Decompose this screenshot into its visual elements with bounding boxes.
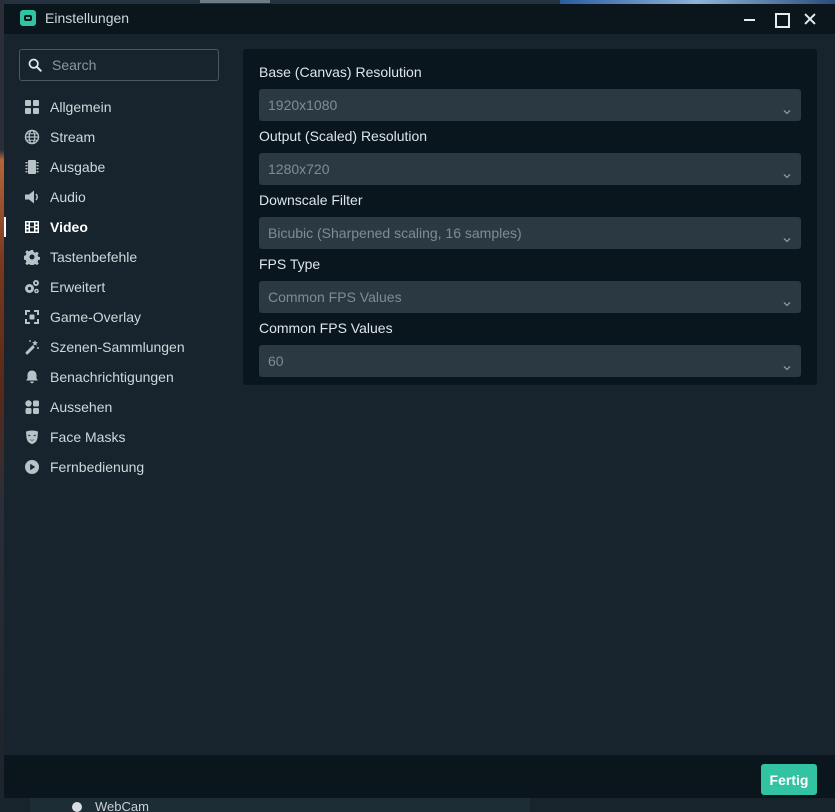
output-resolution-label: Output (Scaled) Resolution [259,128,428,144]
search-box[interactable] [19,49,219,81]
chevron-down-icon [783,165,791,179]
sidebar-item-label: Video [50,219,88,235]
gears-icon [24,279,40,295]
maximize-button[interactable] [770,9,790,29]
grid-icon [24,99,40,115]
sidebar-item-video[interactable]: Video [4,212,239,242]
video-settings-panel: Base (Canvas) Resolution 1920x1080 Outpu… [243,49,817,385]
sidebar-item-label: Tastenbefehle [50,249,138,265]
minimize-button[interactable] [740,9,760,29]
background-source-label: WebCam [95,799,149,812]
search-input[interactable] [52,55,212,75]
select-value: 1920x1080 [268,97,338,113]
background-sources-panel: WebCam [0,798,835,812]
select-value: 1280x720 [268,161,330,177]
settings-nav: Allgemein Stream Ausgabe Audio Video Tas… [4,92,239,482]
sidebar-item-benachrichtigungen[interactable]: Benachrichtigungen [4,362,239,392]
dialog-footer: Fertig [4,755,835,798]
sidebar-item-label: Ausgabe [50,159,106,175]
sidebar-item-erweitert[interactable]: Erweitert [4,272,239,302]
chevron-down-icon [783,357,791,371]
chevron-down-icon [783,229,791,243]
chip-icon [24,159,40,175]
sidebar-item-tastenbefehle[interactable]: Tastenbefehle [4,242,239,272]
done-button[interactable]: Fertig [761,764,817,795]
globe-icon [24,129,40,145]
select-value: Bicubic (Sharpened scaling, 16 samples) [268,225,522,241]
map-pin-icon [72,802,82,812]
sidebar-item-label: Aussehen [50,399,113,415]
sidebar-item-szenen-sammlungen[interactable]: Szenen-Sammlungen [4,332,239,362]
sidebar-item-label: Fernbedienung [50,459,145,475]
select-value: 60 [268,353,284,369]
sidebar-item-ausgabe[interactable]: Ausgabe [4,152,239,182]
chevron-down-icon [783,101,791,115]
downscale-filter-label: Downscale Filter [259,192,363,208]
speaker-icon [24,189,40,205]
film-icon [24,219,40,235]
sidebar-item-allgemein[interactable]: Allgemein [4,92,239,122]
base-resolution-select[interactable]: 1920x1080 [259,89,801,121]
mask-icon [24,429,40,445]
fps-type-select[interactable]: Common FPS Values [259,281,801,313]
sidebar-item-label: Allgemein [50,99,112,115]
sidebar-item-label: Szenen-Sammlungen [50,339,185,355]
sidebar-item-face-masks[interactable]: Face Masks [4,422,239,452]
fps-type-label: FPS Type [259,256,321,272]
sidebar-item-stream[interactable]: Stream [4,122,239,152]
select-value: Common FPS Values [268,289,402,305]
base-resolution-label: Base (Canvas) Resolution [259,64,422,80]
widgets-icon [24,399,40,415]
gear-icon [24,249,40,265]
title-bar: Einstellungen [4,4,835,34]
sidebar-item-label: Audio [50,189,86,205]
sidebar-item-label: Erweitert [50,279,106,295]
sidebar-item-label: Benachrichtigungen [50,369,174,385]
expand-icon [24,309,40,325]
output-resolution-select[interactable]: 1280x720 [259,153,801,185]
downscale-filter-select[interactable]: Bicubic (Sharpened scaling, 16 samples) [259,217,801,249]
sidebar-item-fernbedienung[interactable]: Fernbedienung [4,452,239,482]
sidebar-item-aussehen[interactable]: Aussehen [4,392,239,422]
search-icon [28,58,42,72]
window-title: Einstellungen [45,10,130,26]
magic-wand-icon [24,339,40,355]
sidebar-item-audio[interactable]: Audio [4,182,239,212]
bell-icon [24,369,40,385]
streamlabs-icon [20,10,36,26]
play-circle-icon [24,459,40,475]
sidebar-item-label: Face Masks [50,429,126,445]
common-fps-label: Common FPS Values [259,320,393,336]
sidebar-item-label: Stream [50,129,96,145]
chevron-down-icon [783,293,791,307]
common-fps-select[interactable]: 60 [259,345,801,377]
sidebar-item-label: Game-Overlay [50,309,142,325]
close-button[interactable] [800,9,820,29]
settings-dialog: Einstellungen Allgemein Stream [4,4,835,798]
background-thumbnail [200,0,270,3]
sidebar-item-game-overlay[interactable]: Game-Overlay [4,302,239,332]
